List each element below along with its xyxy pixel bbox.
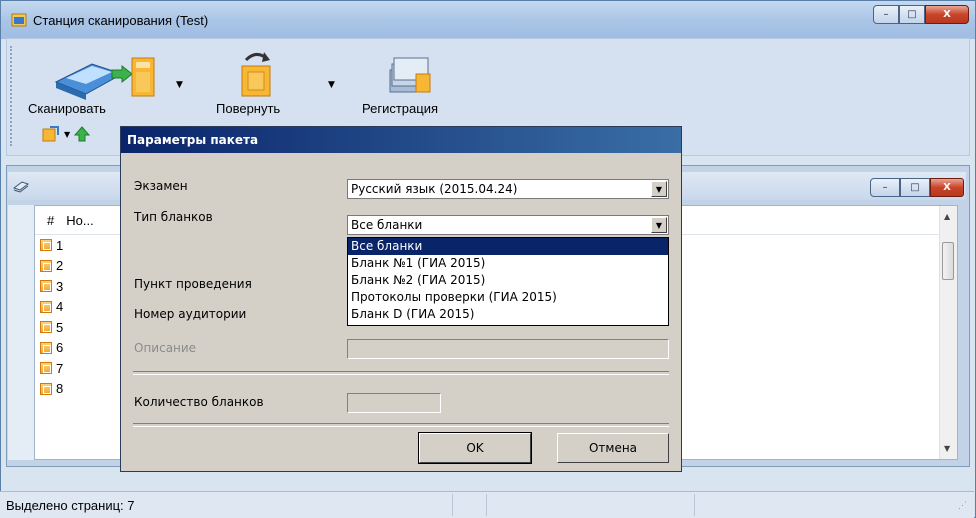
- registration-icon[interactable]: [386, 52, 434, 98]
- page-icon: [40, 321, 52, 334]
- maximize-icon: □: [907, 9, 917, 20]
- list-item-number: 4: [56, 299, 64, 315]
- page-icon: [40, 300, 52, 313]
- chevron-down-icon[interactable]: ▼: [651, 181, 667, 197]
- list-item-number: 2: [56, 258, 64, 274]
- exam-select[interactable]: Русский язык (2015.04.24) ▼: [347, 179, 669, 199]
- status-bar: Выделено страниц: 7 ⋰: [0, 491, 974, 518]
- minimize-icon: –: [883, 9, 889, 20]
- chevron-down-icon[interactable]: ▼: [651, 217, 667, 233]
- pages-icon[interactable]: [42, 126, 60, 142]
- list-vertical-scrollbar[interactable]: ▲ ▼: [939, 206, 957, 459]
- dropdown-option[interactable]: Бланк D (ГИА 2015): [348, 306, 668, 323]
- scanner-icon[interactable]: [52, 52, 162, 102]
- scan-button-label[interactable]: Сканировать: [28, 101, 106, 116]
- page-icon: [40, 382, 52, 395]
- scrollbar-thumb[interactable]: [942, 242, 954, 280]
- mdi-minimize-button[interactable]: –: [870, 178, 900, 197]
- dropdown-option[interactable]: Протоколы проверки (ГИА 2015): [348, 289, 668, 306]
- point-label: Пункт проведения: [134, 277, 252, 291]
- room-label: Номер аудитории: [134, 307, 247, 321]
- status-selected-pages: Выделено страниц: 7: [6, 498, 135, 513]
- list-item-number: 7: [56, 360, 64, 376]
- window-controls: – □ X: [873, 5, 969, 25]
- count-label: Количество бланков: [134, 395, 264, 409]
- dropdown-option[interactable]: Бланк №2 (ГИА 2015): [348, 272, 668, 289]
- app-icon: [11, 13, 27, 27]
- list-item-number: 3: [56, 278, 64, 294]
- list-item-number: 8: [56, 381, 64, 397]
- page-icon: [40, 259, 52, 272]
- form-type-dropdown-list: Все бланки Бланк №1 (ГИА 2015) Бланк №2 …: [347, 237, 669, 326]
- rotate-icon[interactable]: [238, 50, 274, 98]
- ok-button[interactable]: OK: [418, 432, 532, 464]
- pages-dropdown-icon[interactable]: ▼: [64, 130, 70, 139]
- exam-label: Экзамен: [134, 179, 188, 193]
- scan-dropdown-icon[interactable]: ▼: [176, 80, 183, 90]
- window-title: Станция сканирования (Test): [33, 13, 209, 28]
- up-arrow-icon[interactable]: [74, 126, 91, 142]
- cancel-button[interactable]: Отмена: [557, 433, 669, 463]
- close-icon: X: [943, 182, 951, 193]
- list-item-number: 6: [56, 340, 64, 356]
- page-icon: [40, 341, 52, 354]
- mdi-close-button[interactable]: X: [930, 178, 964, 197]
- exam-select-value: Русский язык (2015.04.24): [351, 182, 518, 196]
- scroll-up-icon[interactable]: ▲: [944, 212, 950, 221]
- registration-button-label[interactable]: Регистрация: [362, 101, 438, 116]
- rotate-button-label[interactable]: Повернуть: [216, 101, 280, 116]
- dialog-title: Параметры пакета: [127, 133, 259, 147]
- status-separator: [694, 494, 695, 516]
- dropdown-option[interactable]: Бланк №1 (ГИА 2015): [348, 255, 668, 272]
- column-header-number[interactable]: #: [35, 213, 54, 228]
- page-icon: [40, 280, 52, 293]
- minimize-button[interactable]: –: [873, 5, 899, 24]
- mdi-maximize-button[interactable]: □: [900, 178, 930, 197]
- close-button[interactable]: X: [925, 5, 969, 24]
- form-type-label: Тип бланков: [134, 210, 213, 224]
- column-header-name[interactable]: Но...: [54, 213, 93, 228]
- page-icon: [40, 362, 52, 375]
- list-item-number: 1: [56, 237, 64, 253]
- status-separator: [486, 494, 487, 516]
- minimize-icon: –: [882, 182, 888, 193]
- document-stack-icon: [12, 181, 30, 193]
- maximize-icon: □: [910, 182, 920, 193]
- mdi-left-strip: [8, 205, 34, 460]
- dialog-title-bar: Параметры пакета: [121, 127, 681, 153]
- toolbar-grip[interactable]: [10, 46, 16, 146]
- count-field: [347, 393, 441, 413]
- form-type-select[interactable]: Все бланки ▼: [347, 215, 669, 235]
- list-item-number: 5: [56, 319, 64, 335]
- package-params-dialog: Параметры пакета Экзамен Русский язык (2…: [120, 126, 682, 472]
- close-icon: X: [943, 9, 951, 20]
- secondary-toolbar: ▼: [42, 124, 91, 144]
- description-label: Описание: [134, 341, 197, 355]
- form-type-select-value: Все бланки: [351, 218, 423, 232]
- resize-grip-icon[interactable]: ⋰: [958, 500, 967, 511]
- dropdown-option[interactable]: Все бланки: [348, 238, 668, 255]
- maximize-button[interactable]: □: [899, 5, 925, 24]
- page-icon: [40, 239, 52, 252]
- rotate-dropdown-icon[interactable]: ▼: [328, 80, 335, 90]
- scroll-down-icon[interactable]: ▼: [944, 444, 950, 453]
- status-separator: [452, 494, 453, 516]
- mdi-window-controls: – □ X: [870, 178, 964, 197]
- title-bar: Станция сканирования (Test) – □ X: [1, 1, 975, 39]
- description-field: [347, 339, 669, 359]
- dialog-separator: [133, 371, 669, 375]
- dialog-separator: [133, 423, 669, 427]
